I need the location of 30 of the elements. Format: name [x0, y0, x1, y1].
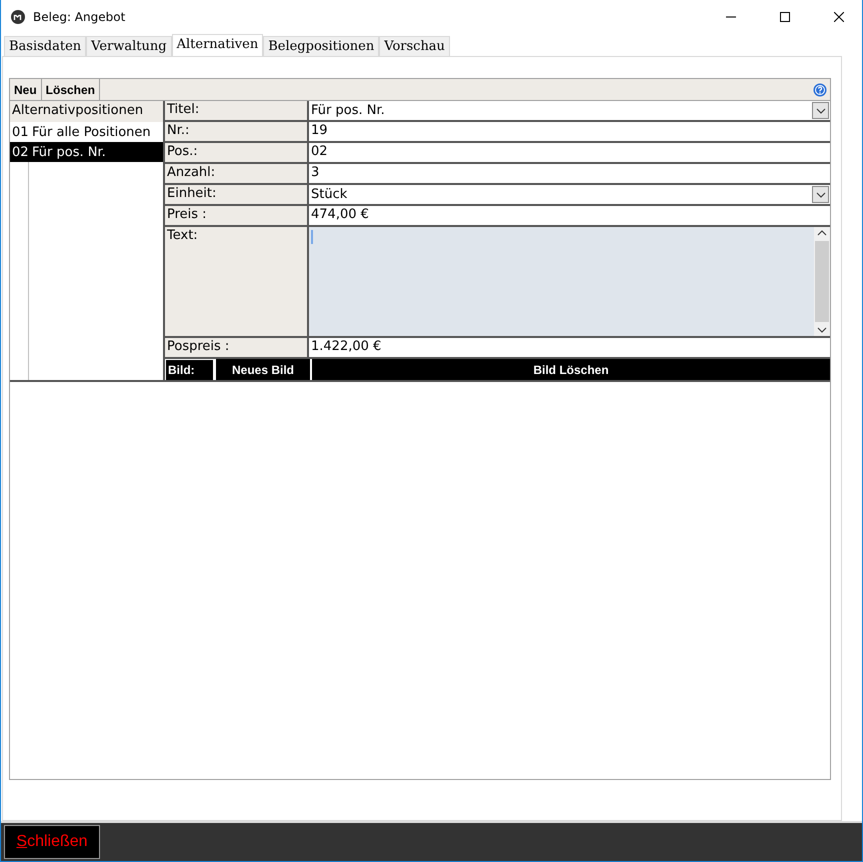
tab[interactable]: Vorschau [379, 36, 450, 56]
field-label: Titel: [165, 101, 309, 122]
window-title: Beleg: Angebot [33, 10, 126, 24]
input-field[interactable]: 3 [309, 164, 830, 183]
field-label: Anzahl: [165, 164, 309, 185]
app-logo-icon [11, 10, 25, 24]
tab[interactable]: Basisdaten [4, 36, 86, 56]
close-dialog-button[interactable]: Schließen [4, 825, 100, 859]
tab[interactable]: Alternativen [172, 34, 264, 56]
list-item[interactable]: 02 Für pos. Nr. [10, 142, 163, 162]
input-field[interactable]: 474,00 € [309, 206, 830, 225]
tab[interactable]: Belegpositionen [263, 36, 380, 56]
close-icon [834, 12, 844, 22]
field-label: Einheit: [165, 185, 309, 206]
input-field[interactable]: 02 [309, 143, 830, 162]
caret-icon [812, 186, 829, 203]
scrollbar[interactable] [814, 227, 830, 336]
help-icon[interactable] [813, 82, 827, 96]
dropdown-field[interactable]: Für pos. Nr. [309, 101, 830, 120]
list-header: Alternativpositionen [10, 101, 163, 122]
input-field[interactable]: 1.422,00 € [309, 338, 830, 357]
field-label: Nr.: [165, 122, 309, 143]
field-label: Pospreis : [165, 338, 309, 359]
maximize-icon [780, 12, 790, 22]
tab[interactable]: Verwaltung [86, 36, 172, 56]
input-field[interactable]: 19 [309, 122, 830, 141]
dropdown-field[interactable]: Stück [309, 185, 830, 204]
field-label: Preis : [165, 206, 309, 227]
field-label: Text: [165, 227, 309, 338]
field-label: Pos.: [165, 143, 309, 164]
